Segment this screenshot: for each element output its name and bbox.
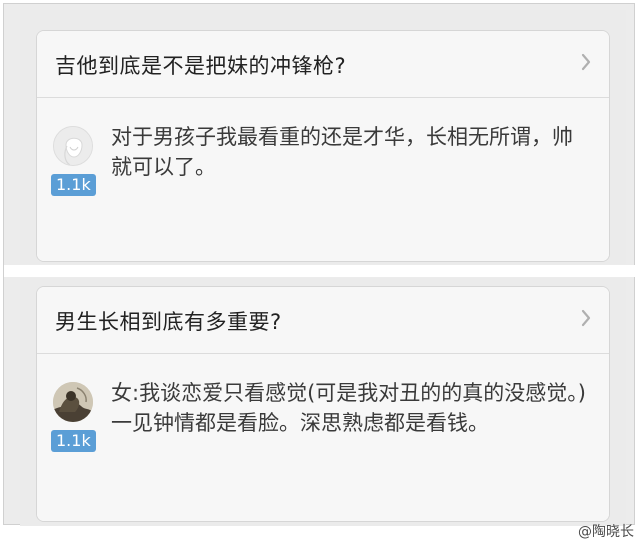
answer-excerpt[interactable]: 女:我谈恋爱只看感觉(可是我对丑的的真的没感觉。)一见钟情都是看脸。深思熟虑都是… (111, 378, 591, 438)
chevron-right-icon[interactable] (581, 309, 591, 327)
question-header[interactable]: 男生长相到底有多重要? (37, 287, 609, 354)
vote-count-badge[interactable]: 1.1k (51, 430, 96, 452)
question-panel-1: 吉他到底是不是把妹的冲锋枪? 1.1k 对于男孩子我最看重的还是才华，长相无所谓… (20, 10, 626, 264)
question-panel-2: 男生长相到底有多重要? 1.1k 女:我谈恋爱只看感觉(可是我对丑的的真的没感觉… (20, 278, 626, 526)
question-card-1[interactable]: 吉他到底是不是把妹的冲锋枪? 1.1k 对于男孩子我最看重的还是才华，长相无所谓… (36, 30, 610, 262)
question-header[interactable]: 吉他到底是不是把妹的冲锋枪? (37, 31, 609, 98)
panel-separator (4, 265, 636, 277)
user-photo-avatar[interactable] (53, 382, 93, 422)
answer-body[interactable]: 1.1k 女:我谈恋爱只看感觉(可是我对丑的的真的没感觉。)一见钟情都是看脸。深… (37, 354, 609, 521)
vote-count-badge[interactable]: 1.1k (51, 174, 96, 196)
question-title[interactable]: 男生长相到底有多重要? (55, 306, 282, 336)
watermark: @陶晓长 (578, 524, 634, 540)
answer-body[interactable]: 1.1k 对于男孩子我最看重的还是才华，长相无所谓，帅就可以了。 (37, 98, 609, 261)
answer-excerpt[interactable]: 对于男孩子我最看重的还是才华，长相无所谓，帅就可以了。 (111, 122, 591, 182)
default-avatar-icon[interactable] (53, 126, 93, 166)
question-title[interactable]: 吉他到底是不是把妹的冲锋枪? (55, 50, 346, 80)
screenshot-frame: 吉他到底是不是把妹的冲锋枪? 1.1k 对于男孩子我最看重的还是才华，长相无所谓… (3, 3, 636, 526)
chevron-right-icon[interactable] (581, 53, 591, 71)
question-card-2[interactable]: 男生长相到底有多重要? 1.1k 女:我谈恋爱只看感觉(可是我对丑的的真的没感觉… (36, 286, 610, 522)
